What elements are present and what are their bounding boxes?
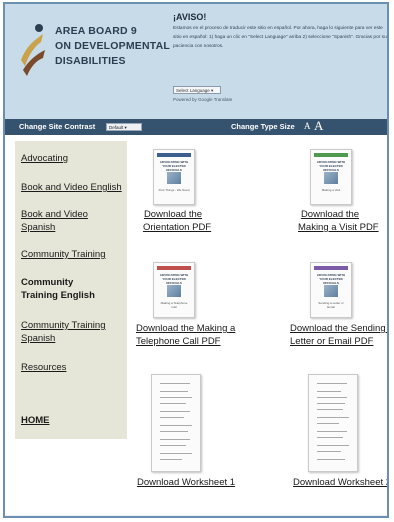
- worksheet-line: [317, 383, 347, 384]
- thumbnail-color-bar: [157, 153, 191, 157]
- thumbnail-title: ADVOCATING WITH YOUR ELECTED OFFICIALS: [159, 273, 189, 285]
- worksheet-line: [160, 397, 192, 398]
- sidebar-item-resources[interactable]: Resources: [21, 361, 66, 374]
- thumbnail-title: ADVOCATING WITH YOUR ELECTED OFFICIALS: [159, 160, 189, 172]
- link-line: Download the Sending a: [290, 323, 389, 334]
- link-line: Making a Visit PDF: [298, 222, 379, 233]
- thumbnail-photo: [167, 172, 181, 184]
- download-worksheet-2-link[interactable]: Download Worksheet 2: [293, 476, 389, 489]
- org-name-line-1: AREA BOARD 9: [55, 25, 137, 37]
- sidebar-nav: Advocating Book and Video English Book a…: [15, 141, 127, 439]
- org-name-line-2: ON DEVELOPMENTAL: [55, 40, 171, 52]
- font-size-large-button[interactable]: A: [314, 118, 323, 134]
- worksheet-line: [160, 417, 184, 418]
- thumbnail-color-bar: [314, 266, 348, 270]
- worksheet-line: [317, 403, 345, 404]
- powered-by-google-translate: Powered by Google Translate: [173, 97, 233, 102]
- thumbnail-color-bar: [314, 153, 348, 157]
- contrast-label: Change Site Contrast: [19, 122, 96, 131]
- aviso-text: Estamos en el proceso de traducir este s…: [173, 26, 387, 49]
- sidebar-item-book-video-english[interactable]: Book and Video English: [21, 181, 122, 194]
- download-worksheet-1-link[interactable]: Download Worksheet 1: [137, 476, 236, 489]
- link-line: Download the: [143, 209, 203, 220]
- making-a-visit-pdf-thumbnail[interactable]: ADVOCATING WITH YOUR ELECTED OFFICIALS M…: [310, 149, 352, 205]
- worksheet-line: [160, 391, 188, 392]
- worksheet-line: [317, 431, 347, 432]
- accessibility-toolbar: Change Site Contrast Default ▾ Change Ty…: [5, 118, 387, 135]
- worksheet-line: [160, 403, 186, 404]
- worksheet-line: [160, 439, 190, 440]
- select-language-dropdown[interactable]: Select Language ▾: [173, 86, 221, 94]
- download-making-a-visit-pdf-link[interactable]: Download the Making a Visit PDF: [298, 208, 379, 234]
- worksheet-line: [317, 437, 343, 438]
- org-name-line-3: DISABILITIES: [55, 55, 126, 67]
- link-line: Download the Making a: [136, 323, 236, 334]
- worksheet-line: [317, 417, 349, 418]
- font-size-small-button[interactable]: A: [304, 121, 311, 131]
- area-board-logo-icon: [21, 24, 45, 76]
- thumbnail-caption: Making a Telephone Call: [160, 301, 188, 309]
- worksheet-line: [317, 397, 347, 398]
- worksheet-line: [160, 383, 190, 384]
- thumbnail-caption: Making a Visit: [321, 188, 341, 192]
- thumbnail-color-bar: [157, 266, 191, 270]
- download-orientation-pdf-link[interactable]: Download the Orientation PDF: [143, 208, 212, 234]
- link-line: Orientation PDF: [143, 222, 212, 233]
- sidebar-item-home[interactable]: HOME: [21, 414, 50, 427]
- worksheet-line: [160, 453, 192, 454]
- worksheet-line: [317, 391, 341, 392]
- sidebar-item-advocating[interactable]: Advocating: [21, 152, 68, 165]
- thumbnail-photo: [324, 285, 338, 297]
- letter-or-email-pdf-thumbnail[interactable]: ADVOCATING WITH YOUR ELECTED OFFICIALS S…: [310, 262, 352, 318]
- telephone-call-pdf-thumbnail[interactable]: ADVOCATING WITH YOUR ELECTED OFFICIALS M…: [153, 262, 195, 318]
- download-telephone-call-pdf-link[interactable]: Download the Making a Telephone Call PDF: [136, 322, 236, 348]
- organization-name: AREA BOARD 9 ON DEVELOPMENTAL DISABILITI…: [55, 24, 170, 69]
- aviso-title: ¡AVISO!: [173, 12, 207, 22]
- worksheet-line: [317, 409, 343, 410]
- sidebar-item-community-training-spanish[interactable]: Community Training Spanish: [21, 319, 111, 345]
- worksheet-line: [317, 445, 349, 446]
- horizontal-scrollbar[interactable]: [5, 515, 387, 516]
- site-logo[interactable]: AREA BOARD 9 ON DEVELOPMENTAL DISABILITI…: [15, 18, 170, 86]
- worksheet-line: [317, 459, 345, 460]
- thumbnail-title: ADVOCATING WITH YOUR ELECTED OFFICIALS: [316, 273, 346, 285]
- link-line: Letter or Email PDF: [290, 336, 374, 347]
- worksheet-line: [317, 423, 339, 424]
- site-header: AREA BOARD 9 ON DEVELOPMENTAL DISABILITI…: [5, 4, 387, 119]
- thumbnail-photo: [324, 172, 338, 184]
- download-letter-or-email-pdf-link[interactable]: Download the Sending a Letter or Email P…: [290, 322, 389, 348]
- orientation-pdf-thumbnail[interactable]: ADVOCATING WITH YOUR ELECTED OFFICIALS F…: [153, 149, 195, 205]
- worksheet-line: [160, 445, 186, 446]
- sidebar-item-community-training-english[interactable]: Community Training English: [21, 276, 111, 302]
- thumbnail-caption: Sending a Letter or Email: [318, 301, 344, 309]
- worksheet-line: [160, 459, 182, 460]
- browser-frame: AREA BOARD 9 ON DEVELOPMENTAL DISABILITI…: [3, 2, 389, 518]
- link-line: Telephone Call PDF: [136, 336, 221, 347]
- sidebar-item-book-video-spanish[interactable]: Book and Video Spanish: [21, 208, 93, 234]
- worksheet-1-thumbnail[interactable]: [151, 374, 201, 472]
- type-size-label: Change Type Size: [231, 122, 295, 131]
- link-line: Download the: [300, 209, 360, 220]
- link-line: Download Worksheet 1: [137, 477, 236, 488]
- worksheet-2-thumbnail[interactable]: [308, 374, 358, 472]
- thumbnail-photo: [167, 285, 181, 297]
- contrast-select[interactable]: Default ▾: [106, 123, 142, 131]
- worksheet-line: [160, 411, 190, 412]
- worksheet-line: [160, 425, 192, 426]
- worksheet-line: [160, 431, 188, 432]
- worksheet-line: [317, 451, 341, 452]
- thumbnail-caption: First Things - We Need: [158, 188, 190, 192]
- link-line: Download Worksheet 2: [293, 477, 389, 488]
- thumbnail-title: ADVOCATING WITH YOUR ELECTED OFFICIALS: [316, 160, 346, 172]
- sidebar-item-community-training[interactable]: Community Training: [21, 248, 105, 261]
